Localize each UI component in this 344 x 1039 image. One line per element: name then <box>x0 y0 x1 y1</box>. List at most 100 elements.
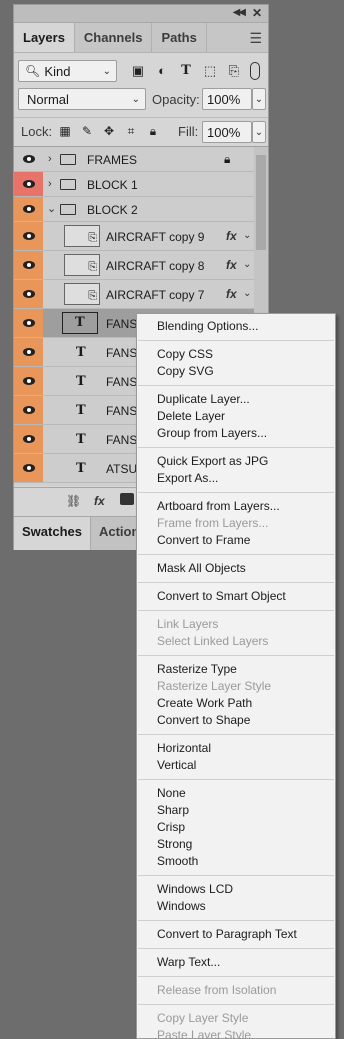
menu-item-quick-export-jpg[interactable]: Quick Export as JPG <box>157 453 268 470</box>
menu-item-warp-text[interactable]: Warp Text... <box>157 954 220 971</box>
visibility-toggle[interactable] <box>14 222 43 250</box>
menu-item-antialias-none[interactable]: None <box>157 785 186 802</box>
lock-transparent-icon[interactable]: ▦ <box>58 124 72 138</box>
menu-item-copy-css[interactable]: Copy CSS <box>157 346 213 363</box>
menu-item-windows-lcd[interactable]: Windows LCD <box>157 881 233 898</box>
chevron-down-icon[interactable]: ⌄ <box>243 288 251 299</box>
menu-item-duplicate-layer[interactable]: Duplicate Layer... <box>157 391 250 408</box>
opacity-input[interactable]: 100% <box>202 88 252 110</box>
menu-item-create-work-path[interactable]: Create Work Path <box>157 695 252 712</box>
visibility-toggle[interactable] <box>14 197 43 221</box>
eye-icon <box>22 180 35 188</box>
menu-item-windows[interactable]: Windows <box>157 898 206 915</box>
menu-item-convert-to-paragraph-text[interactable]: Convert to Paragraph Text <box>157 926 297 943</box>
menu-item-rasterize-type[interactable]: Rasterize Type <box>157 661 237 678</box>
menu-item-export-as[interactable]: Export As... <box>157 470 218 487</box>
shape-filter-icon[interactable]: ⬚ <box>202 63 218 79</box>
adjustment-filter-icon[interactable]: ◐ <box>154 63 170 79</box>
tab-layers[interactable]: Layers <box>14 23 75 52</box>
blend-mode-select[interactable]: Normal ⌄ <box>18 88 146 110</box>
visibility-toggle[interactable] <box>14 280 43 308</box>
menu-item-convert-to-frame[interactable]: Convert to Frame <box>157 532 250 549</box>
tab-swatches[interactable]: Swatches <box>14 517 91 550</box>
chevron-down-icon[interactable]: ⌄ <box>243 259 251 270</box>
menu-item-antialias-crisp[interactable]: Crisp <box>157 819 185 836</box>
lock-position-icon[interactable]: ✥ <box>102 124 116 138</box>
tab-paths[interactable]: Paths <box>152 23 207 52</box>
fx-icon[interactable]: fx <box>226 229 237 243</box>
chevron-right-icon[interactable]: › <box>48 153 52 165</box>
add-mask-icon[interactable] <box>120 493 134 505</box>
add-layer-style-icon[interactable]: fx <box>94 494 105 508</box>
type-filter-icon[interactable]: T <box>178 63 194 79</box>
pixel-filter-icon[interactable]: ▣ <box>130 63 146 79</box>
menu-item-mask-all-objects[interactable]: Mask All Objects <box>157 560 246 577</box>
menu-item-convert-to-smart-object[interactable]: Convert to Smart Object <box>157 588 286 605</box>
panel-menu-icon[interactable]: ☰ <box>249 30 262 47</box>
lock-image-icon[interactable]: ✎ <box>80 124 94 138</box>
menu-item-artboard-from-layers[interactable]: Artboard from Layers... <box>157 498 280 515</box>
smart-object-thumbnail-icon: ⎘ <box>64 225 100 247</box>
lock-label: Lock: <box>21 124 53 139</box>
visibility-toggle[interactable] <box>14 367 43 395</box>
link-layers-icon[interactable]: ⛓ <box>66 494 81 508</box>
visibility-toggle[interactable] <box>14 338 43 366</box>
fill-label: Fill: <box>178 124 199 139</box>
eye-icon <box>22 406 35 414</box>
fx-icon[interactable]: fx <box>226 258 237 272</box>
menu-item-copy-svg[interactable]: Copy SVG <box>157 363 214 380</box>
menu-item-antialias-smooth[interactable]: Smooth <box>157 853 198 870</box>
filter-toggle-icon[interactable] <box>250 62 260 80</box>
layer-name: FANS <box>106 433 138 447</box>
tab-channels[interactable]: Channels <box>75 23 153 52</box>
kind-filter-select[interactable]: 🔍︎ Kind ⌄ <box>18 60 117 82</box>
collapse-icon[interactable]: ◀◀ <box>233 7 246 18</box>
eye-icon <box>22 205 35 213</box>
lock-all-icon[interactable]: 🔒︎ <box>146 124 160 138</box>
smart-object-filter-icon[interactable]: ⎘ <box>226 63 242 79</box>
fill-input[interactable]: 100% <box>202 121 252 143</box>
visibility-toggle[interactable] <box>14 425 43 453</box>
menu-item-antialias-strong[interactable]: Strong <box>157 836 192 853</box>
menu-item-delete-layer[interactable]: Delete Layer <box>157 408 225 425</box>
layer-row[interactable]: ⎘ AIRCRAFT copy 8 fx ⌄ <box>14 251 254 280</box>
lock-artboard-icon[interactable]: ⌗ <box>124 124 138 138</box>
menu-item-vertical[interactable]: Vertical <box>157 757 196 774</box>
chevron-down-icon[interactable]: ⌄ <box>47 202 56 215</box>
layer-row[interactable]: ⌄ BLOCK 2 <box>14 197 254 222</box>
visibility-toggle[interactable] <box>14 147 43 171</box>
layer-row[interactable]: ⎘ AIRCRAFT copy 7 fx ⌄ <box>14 280 254 309</box>
fx-icon[interactable]: fx <box>226 287 237 301</box>
chevron-down-icon[interactable]: ⌄ <box>243 230 251 241</box>
menu-item-horizontal[interactable]: Horizontal <box>157 740 211 757</box>
layer-row[interactable]: ⎘ AIRCRAFT copy 9 fx ⌄ <box>14 222 254 251</box>
layer-name: FANS <box>106 317 138 331</box>
menu-item-antialias-sharp[interactable]: Sharp <box>157 802 189 819</box>
layer-row[interactable]: › FRAMES 🔒︎ <box>14 147 254 172</box>
search-icon: 🔍︎ <box>25 64 41 78</box>
visibility-toggle[interactable] <box>14 172 43 196</box>
menu-separator <box>138 340 334 341</box>
chevron-down-icon: ⌄ <box>254 93 264 105</box>
kind-label: Kind <box>44 63 71 79</box>
eye-icon <box>22 348 35 356</box>
visibility-toggle[interactable] <box>14 396 43 424</box>
folder-icon <box>60 179 76 190</box>
close-icon[interactable]: ✕ <box>252 6 262 20</box>
chevron-right-icon[interactable]: › <box>48 178 52 190</box>
menu-separator <box>138 948 334 949</box>
visibility-toggle[interactable] <box>14 309 43 337</box>
layer-name: AIRCRAFT copy 9 <box>106 230 205 244</box>
menu-separator <box>138 779 334 780</box>
scrollbar-thumb[interactable] <box>256 155 266 250</box>
menu-item-blending-options[interactable]: Blending Options... <box>157 318 258 335</box>
panel-title-bar[interactable]: ◀◀ ✕ <box>14 5 268 23</box>
visibility-toggle[interactable] <box>14 454 43 482</box>
lock-row: Lock: ▦ ✎ ✥ ⌗ 🔒︎ Fill: 100% ⌄ <box>14 117 268 145</box>
fill-dropdown-button[interactable]: ⌄ <box>252 121 266 143</box>
visibility-toggle[interactable] <box>14 251 43 279</box>
menu-item-convert-to-shape[interactable]: Convert to Shape <box>157 712 250 729</box>
opacity-dropdown-button[interactable]: ⌄ <box>252 88 266 110</box>
layer-row[interactable]: › BLOCK 1 <box>14 172 254 197</box>
menu-item-group-from-layers[interactable]: Group from Layers... <box>157 425 267 442</box>
